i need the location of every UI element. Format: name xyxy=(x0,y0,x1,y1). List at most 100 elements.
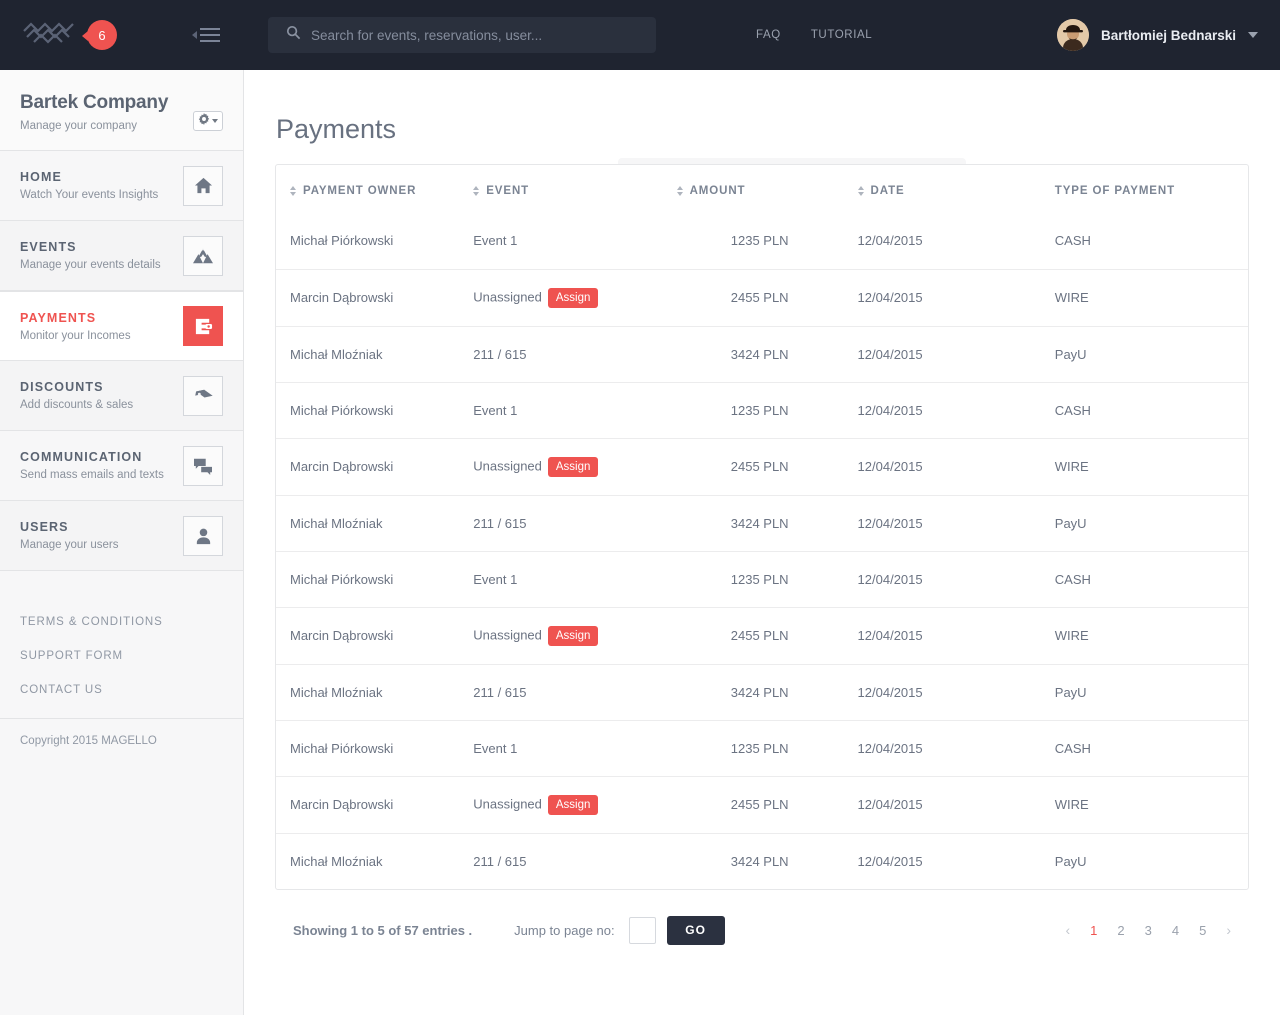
top-bar-links: FAQ TUTORIAL xyxy=(756,29,872,41)
global-search[interactable] xyxy=(268,17,656,53)
cell-date: 12/04/2015 xyxy=(857,607,1055,665)
table-row: Marcin Dąbrowski Unassigned Assign 2455 PLN… xyxy=(276,776,1248,834)
page-link-1[interactable]: 1 xyxy=(1090,923,1097,938)
col-amount-label: AMOUNT xyxy=(689,185,746,197)
collapse-sidebar-icon[interactable] xyxy=(192,22,222,48)
notification-badge[interactable]: 6 xyxy=(82,20,117,50)
faq-link[interactable]: FAQ xyxy=(756,29,781,41)
cell-event: Event 1 xyxy=(473,382,677,439)
page-link-4[interactable]: 4 xyxy=(1172,923,1179,938)
col-payment-owner[interactable]: PAYMENT OWNER xyxy=(276,165,473,213)
zigzag-mountain-logo-icon[interactable] xyxy=(22,18,77,53)
event-label: 211 / 615 xyxy=(473,684,527,700)
event-label: 211 / 615 xyxy=(473,515,527,531)
assign-button[interactable]: Assign xyxy=(547,625,599,646)
sidebar-item-payments[interactable]: PAYMENTS Monitor your Incomes xyxy=(0,291,243,361)
cell-payment-owner: Michał Piórkowski xyxy=(276,213,474,270)
sidebar-item-home-title: HOME xyxy=(20,170,62,184)
cell-date: 12/04/2015 xyxy=(857,551,1055,608)
page-link-5[interactable]: 5 xyxy=(1199,923,1206,938)
gear-icon xyxy=(198,112,210,130)
amount-value: 1235 PLN xyxy=(730,571,789,587)
user-menu[interactable]: Bartłomiej Bednarski xyxy=(1056,0,1258,70)
pagination: ‹ 1 2 3 4 5 › xyxy=(1065,922,1231,938)
assign-button[interactable]: Assign xyxy=(547,287,599,308)
sort-icon[interactable] xyxy=(676,185,683,196)
sort-icon[interactable] xyxy=(473,185,480,196)
event-label: Unassigned xyxy=(473,288,542,304)
sidebar-item-home[interactable]: HOME Watch Your events Insights xyxy=(0,151,243,221)
chevron-down-icon[interactable] xyxy=(1248,32,1258,38)
cell-payment-owner: Marcin Dąbrowski xyxy=(276,269,474,327)
assign-button[interactable]: Assign xyxy=(547,456,599,477)
cell-type-of-payment: PayU xyxy=(1054,853,1087,869)
cell-type-of-payment: CASH xyxy=(1054,382,1248,439)
table-header: PAYMENT OWNER EVENT AMOUNT DATE TYPE OF … xyxy=(276,165,1248,213)
company-name: Bartek Company xyxy=(20,92,169,113)
event-label: Unassigned xyxy=(473,457,542,473)
cell-type-of-payment: PayU xyxy=(1054,495,1248,552)
page-link-2[interactable]: 2 xyxy=(1117,923,1124,938)
wallet-icon xyxy=(183,306,223,346)
cell-amount: 2455 PLN xyxy=(676,438,858,496)
jump-to-page-input[interactable] xyxy=(628,916,656,944)
amount-value: 1235 PLN xyxy=(730,740,789,756)
tutorial-link[interactable]: TUTORIAL xyxy=(811,29,872,41)
table-row: Michał Piórkowski Event 1 1235 PLN 12/04/20… xyxy=(276,720,1248,777)
search-icon xyxy=(286,25,301,45)
sort-icon[interactable] xyxy=(857,185,864,196)
company-block: Bartek Company Manage your company xyxy=(0,70,243,151)
table-row: Marcin Dąbrowski Unassigned Assign 2455 PLN… xyxy=(276,607,1248,665)
cell-amount: 1235 PLN xyxy=(676,551,858,608)
cell-payment-owner: Michał Piórkowski xyxy=(276,551,474,608)
amount-value: 1235 PLN xyxy=(730,233,789,249)
sidebar-item-communication[interactable]: COMMUNICATION Send mass emails and texts xyxy=(0,431,243,501)
event-label: Unassigned xyxy=(473,626,542,642)
page-title: Payments xyxy=(276,113,397,144)
amount-value: 2455 PLN xyxy=(730,459,789,474)
amount-value: 3424 PLN xyxy=(730,853,789,869)
cell-amount: 1235 PLN xyxy=(676,213,858,270)
page-link-3[interactable]: 3 xyxy=(1145,923,1152,938)
event-label: Event 1 xyxy=(473,571,518,587)
col-event[interactable]: EVENT xyxy=(473,165,676,213)
col-date[interactable]: DATE xyxy=(857,165,1055,213)
user-avatar xyxy=(1056,19,1089,51)
cell-payment-owner: Michał Mloźniak xyxy=(276,495,474,552)
sidebar-item-events-title: EVENTS xyxy=(20,240,77,254)
sidebar-item-discounts[interactable]: DISCOUNTS Add discounts & sales xyxy=(0,361,243,431)
sidebar-item-users-subtitle: Manage your users xyxy=(20,539,119,551)
cell-type-of-payment: PayU xyxy=(1054,326,1248,383)
table-row: Michał Piórkowski Event 1 1235 PLN 12/04/20… xyxy=(276,551,1248,608)
cell-event: Event 1 xyxy=(473,213,677,270)
cell-event: Event 1 xyxy=(473,720,677,777)
global-search-input[interactable] xyxy=(311,18,656,52)
cell-payment-owner: Marcin Dąbrowski xyxy=(276,776,474,834)
terms-and-conditions-link[interactable]: TERMS & CONDITIONS xyxy=(20,616,243,628)
amount-value: 1235 PLN xyxy=(730,402,789,418)
sidebar-footer-links: TERMS & CONDITIONS SUPPORT FORM CONTACT … xyxy=(0,571,243,696)
col-type-of-payment: TYPE OF PAYMENT xyxy=(1055,165,1248,213)
cell-event: 211 / 615 xyxy=(473,664,677,721)
jump-to-page-label: Jump to page no: xyxy=(514,922,615,938)
chevron-left-icon[interactable]: ‹ xyxy=(1065,922,1070,938)
sidebar-item-events[interactable]: EVENTS Manage your events details xyxy=(0,221,243,291)
cell-payment-owner: Michał Mloźniak xyxy=(290,853,383,869)
support-form-link[interactable]: SUPPORT FORM xyxy=(20,650,243,662)
col-amount[interactable]: AMOUNT xyxy=(676,165,858,213)
sort-icon[interactable] xyxy=(290,185,296,196)
company-settings-button[interactable] xyxy=(193,111,223,131)
assign-button[interactable]: Assign xyxy=(547,794,599,815)
chevron-right-icon[interactable]: › xyxy=(1226,922,1231,938)
cell-amount: 2455 PLN xyxy=(676,269,858,327)
sidebar-item-events-subtitle: Manage your events details xyxy=(20,259,161,271)
table-row: Michał Mloźniak 211 / 615 3424 PLN 12/04/20… xyxy=(276,326,1248,383)
showing-entries-text: Showing 1 to 5 of 57 entries . xyxy=(293,922,473,938)
cell-amount: 2455 PLN xyxy=(676,776,858,834)
go-button[interactable]: GO xyxy=(666,915,725,945)
contact-us-link[interactable]: CONTACT US xyxy=(20,684,243,696)
event-label: 211 / 615 xyxy=(473,346,527,362)
cell-amount: 3424 PLN xyxy=(676,495,858,552)
cell-date: 12/04/2015 xyxy=(857,213,1055,270)
sidebar-item-users[interactable]: USERS Manage your users xyxy=(0,501,243,571)
